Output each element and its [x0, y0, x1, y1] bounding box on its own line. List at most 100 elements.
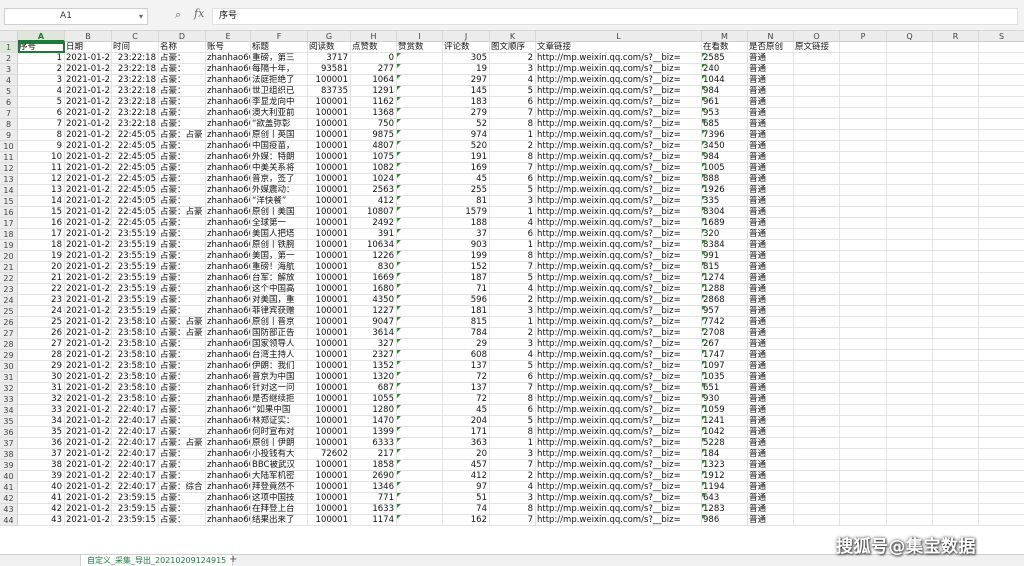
data-cell[interactable]: 1227	[351, 306, 397, 317]
data-cell[interactable]: 184	[702, 449, 748, 460]
data-cell[interactable]	[397, 251, 443, 262]
data-cell[interactable]: zhanhao668	[206, 53, 251, 64]
row-header[interactable]: 3	[0, 64, 18, 75]
data-cell[interactable]: 22:45:05	[112, 163, 159, 174]
empty-cell[interactable]	[794, 108, 840, 119]
data-cell[interactable]: 784	[443, 328, 490, 339]
data-cell[interactable]	[397, 119, 443, 130]
empty-cell[interactable]	[887, 394, 933, 405]
data-cell[interactable]	[397, 339, 443, 350]
data-cell[interactable]: 23:58:10	[112, 383, 159, 394]
data-cell[interactable]	[397, 350, 443, 361]
empty-cell[interactable]	[840, 64, 887, 75]
data-cell[interactable]: 305	[443, 53, 490, 64]
data-cell[interactable]	[397, 383, 443, 394]
data-cell[interactable]: 217	[351, 449, 397, 460]
empty-cell[interactable]	[887, 152, 933, 163]
data-cell[interactable]: 2021-01-22	[65, 416, 112, 427]
data-cell[interactable]: 1055	[351, 394, 397, 405]
data-cell[interactable]: 6333	[351, 438, 397, 449]
data-cell[interactable]: 原创丨英国	[251, 130, 308, 141]
data-cell[interactable]: 22:45:05	[112, 130, 159, 141]
empty-cell[interactable]	[979, 262, 1024, 273]
empty-cell[interactable]	[840, 361, 887, 372]
empty-cell[interactable]	[979, 163, 1024, 174]
data-cell[interactable]: 45	[443, 174, 490, 185]
data-cell[interactable]: 100001	[308, 108, 351, 119]
data-cell[interactable]: 16	[18, 218, 65, 229]
data-cell[interactable]	[397, 196, 443, 207]
data-cell[interactable]: 占豪：	[159, 416, 206, 427]
data-cell[interactable]: 17	[18, 229, 65, 240]
data-cell[interactable]	[397, 328, 443, 339]
data-cell[interactable]: zhanhao668	[206, 163, 251, 174]
data-cell[interactable]: 1291	[351, 86, 397, 97]
empty-cell[interactable]	[840, 394, 887, 405]
data-cell[interactable]: 100001	[308, 284, 351, 295]
data-cell[interactable]: 2021-01-22	[65, 372, 112, 383]
data-cell[interactable]: 普通	[748, 361, 794, 372]
data-cell[interactable]: 3	[490, 306, 536, 317]
data-cell[interactable]: 21	[18, 273, 65, 284]
empty-cell[interactable]	[887, 53, 933, 64]
empty-cell[interactable]	[794, 163, 840, 174]
data-cell[interactable]: 685	[702, 119, 748, 130]
link-cell[interactable]: http://mp.weixin.qq.com/s?__biz=	[536, 273, 702, 284]
link-cell[interactable]: http://mp.weixin.qq.com/s?__biz=	[536, 317, 702, 328]
data-cell[interactable]: zhanhao668	[206, 240, 251, 251]
data-cell[interactable]: 181	[443, 306, 490, 317]
empty-cell[interactable]	[933, 262, 979, 273]
empty-cell[interactable]	[794, 449, 840, 460]
data-cell[interactable]: 台湾主持人	[251, 350, 308, 361]
row-header[interactable]: 13	[0, 174, 18, 185]
data-cell[interactable]: zhanhao668	[206, 438, 251, 449]
data-cell[interactable]: 伊朗：我们	[251, 361, 308, 372]
empty-cell[interactable]	[979, 394, 1024, 405]
data-cell[interactable]: 4350	[351, 295, 397, 306]
data-cell[interactable]: 9	[18, 141, 65, 152]
data-cell[interactable]: 普通	[748, 328, 794, 339]
data-cell[interactable]	[397, 130, 443, 141]
empty-cell[interactable]	[887, 339, 933, 350]
data-cell[interactable]: 3	[490, 196, 536, 207]
data-cell[interactable]: 961	[702, 97, 748, 108]
link-cell[interactable]: http://mp.weixin.qq.com/s?__biz=	[536, 438, 702, 449]
empty-cell[interactable]	[887, 493, 933, 504]
data-cell[interactable]: 643	[702, 493, 748, 504]
data-cell[interactable]: 9875	[351, 130, 397, 141]
row-header[interactable]: 16	[0, 207, 18, 218]
data-cell[interactable]: 占豪：	[159, 119, 206, 130]
data-cell[interactable]	[397, 515, 443, 526]
data-cell[interactable]: 137	[443, 383, 490, 394]
data-cell[interactable]: 100001	[308, 119, 351, 130]
empty-cell[interactable]	[933, 372, 979, 383]
data-cell[interactable]: 占豪：	[159, 339, 206, 350]
data-cell[interactable]: 23:59:15	[112, 504, 159, 515]
empty-cell[interactable]	[933, 339, 979, 350]
data-cell[interactable]: 1926	[702, 185, 748, 196]
data-cell[interactable]: 162	[443, 515, 490, 526]
empty-cell[interactable]	[933, 460, 979, 471]
row-header[interactable]: 25	[0, 306, 18, 317]
data-cell[interactable]: 2708	[702, 328, 748, 339]
empty-cell[interactable]	[979, 372, 1024, 383]
empty-cell[interactable]	[979, 350, 1024, 361]
empty-cell[interactable]	[840, 339, 887, 350]
data-cell[interactable]: 2021-01-22	[65, 328, 112, 339]
data-cell[interactable]: 100001	[308, 218, 351, 229]
empty-cell[interactable]	[887, 504, 933, 515]
data-cell[interactable]	[397, 174, 443, 185]
chevron-down-icon[interactable]: ▾	[139, 9, 143, 24]
data-cell[interactable]: 1	[490, 438, 536, 449]
data-cell[interactable]: 23:55:19	[112, 229, 159, 240]
data-cell[interactable]: 29	[18, 361, 65, 372]
data-cell[interactable]: 占豪：	[159, 163, 206, 174]
link-cell[interactable]: http://mp.weixin.qq.com/s?__biz=	[536, 460, 702, 471]
empty-cell[interactable]	[794, 64, 840, 75]
header-cell[interactable]: 名称	[159, 42, 206, 53]
data-cell[interactable]: 100001	[308, 273, 351, 284]
data-cell[interactable]	[397, 416, 443, 427]
data-cell[interactable]: 2021-01-22	[65, 152, 112, 163]
empty-cell[interactable]	[979, 471, 1024, 482]
link-cell[interactable]: http://mp.weixin.qq.com/s?__biz=	[536, 339, 702, 350]
